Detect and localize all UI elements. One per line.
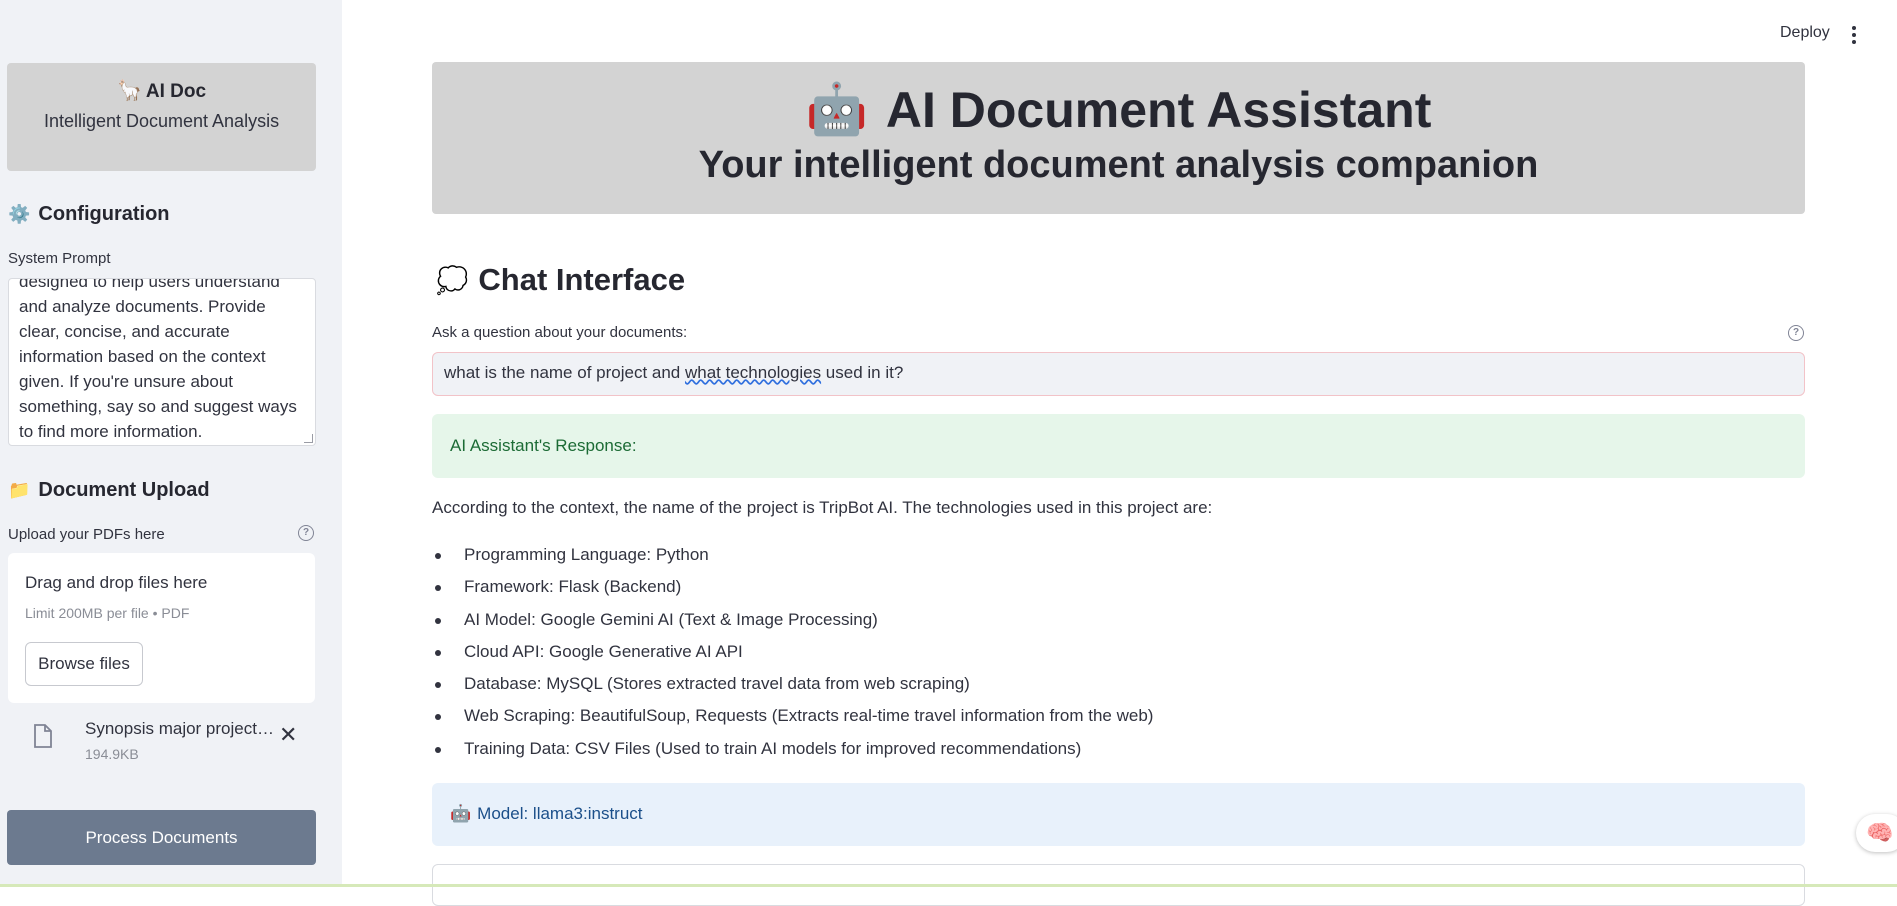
model-info: 🤖 Model: llama3:instruct xyxy=(432,783,1805,846)
list-item: Training Data: CSV Files (Used to train … xyxy=(432,737,1153,769)
sidebar: 🦙 AI Doc Intelligent Document Analysis ⚙️… xyxy=(0,0,342,887)
response-header: AI Assistant's Response: xyxy=(432,414,1805,478)
model-info-text: 🤖 Model: llama3:instruct xyxy=(450,804,643,824)
more-options-icon[interactable] xyxy=(1852,26,1856,47)
brain-icon: 🧠 xyxy=(1866,820,1894,845)
answer-list: Programming Language: Python Framework: … xyxy=(432,543,1153,769)
question-input[interactable]: what is the name of project and what tec… xyxy=(432,352,1805,396)
list-item: Cloud API: Google Generative AI API xyxy=(432,640,1153,672)
robot-icon: 🤖 xyxy=(450,804,472,823)
system-prompt-text[interactable]: designed to help users understand and an… xyxy=(19,279,301,444)
question-label: Ask a question about your documents: xyxy=(432,324,688,341)
process-documents-button[interactable]: Process Documents xyxy=(7,810,316,865)
page-subtitle: Your intelligent document analysis compa… xyxy=(698,144,1539,186)
answer-intro: According to the context, the name of th… xyxy=(432,498,1213,517)
dropzone-title: Drag and drop files here xyxy=(25,573,208,592)
deploy-button[interactable]: Deploy xyxy=(1780,24,1830,42)
model-name: Model: llama3:instruct xyxy=(477,804,643,823)
list-item: AI Model: Google Gemini AI (Text & Image… xyxy=(432,608,1153,640)
dropzone-limit: Limit 200MB per file • PDF xyxy=(25,605,190,621)
page-title-text: AI Document Assistant xyxy=(885,81,1432,138)
configuration-heading: ⚙️ Configuration xyxy=(8,203,170,226)
document-upload-heading: 📁 Document Upload xyxy=(8,479,210,502)
browse-files-button[interactable]: Browse files xyxy=(25,642,143,686)
gear-icon: ⚙️ xyxy=(8,204,31,224)
brand-title: 🦙 AI Doc xyxy=(7,78,316,103)
help-icon[interactable]: ? xyxy=(1788,325,1804,341)
brain-icon-button[interactable]: 🧠 xyxy=(1856,814,1897,852)
list-item: Web Scraping: BeautifulSoup, Requests (E… xyxy=(432,704,1153,736)
upload-label: Upload your PDFs here xyxy=(8,526,165,543)
system-prompt-textarea[interactable]: designed to help users understand and an… xyxy=(8,278,316,446)
close-icon[interactable]: ✕ xyxy=(279,724,297,746)
folder-icon: 📁 xyxy=(8,480,31,500)
list-item: Database: MySQL (Stores extracted travel… xyxy=(432,672,1153,704)
page-title: 🤖 AI Document Assistant xyxy=(432,80,1805,139)
file-name: Synopsis major project… xyxy=(85,719,273,738)
response-header-text: AI Assistant's Response: xyxy=(450,436,637,455)
question-text[interactable]: what is the name of project and what tec… xyxy=(444,363,903,383)
chat-heading-text: Chat Interface xyxy=(478,262,686,297)
brand-subtitle: Intelligent Document Analysis xyxy=(43,111,280,131)
configuration-heading-text: Configuration xyxy=(38,203,170,225)
system-prompt-label: System Prompt xyxy=(8,250,111,267)
list-item: Framework: Flask (Backend) xyxy=(432,575,1153,607)
document-upload-heading-text: Document Upload xyxy=(38,479,210,501)
list-item: Programming Language: Python xyxy=(432,543,1153,575)
hero-banner: 🤖 AI Document Assistant Your intelligent… xyxy=(432,62,1805,214)
brand-card: 🦙 AI Doc Intelligent Document Analysis xyxy=(7,63,316,171)
uploaded-file: Synopsis major project… 194.9KB ✕ xyxy=(30,716,300,766)
help-icon[interactable]: ? xyxy=(298,525,314,541)
brand-title-text: AI Doc xyxy=(145,81,207,102)
file-dropzone[interactable]: Drag and drop files here Limit 200MB per… xyxy=(8,553,315,703)
resize-handle-icon[interactable] xyxy=(304,434,313,443)
chat-heading: 💭 Chat Interface xyxy=(436,262,685,298)
llama-icon: 🦙 xyxy=(116,80,142,102)
thought-bubble-icon: 💭 xyxy=(436,264,469,295)
robot-icon: 🤖 xyxy=(805,81,868,137)
file-icon xyxy=(34,724,52,748)
file-size: 194.9KB xyxy=(85,746,139,762)
